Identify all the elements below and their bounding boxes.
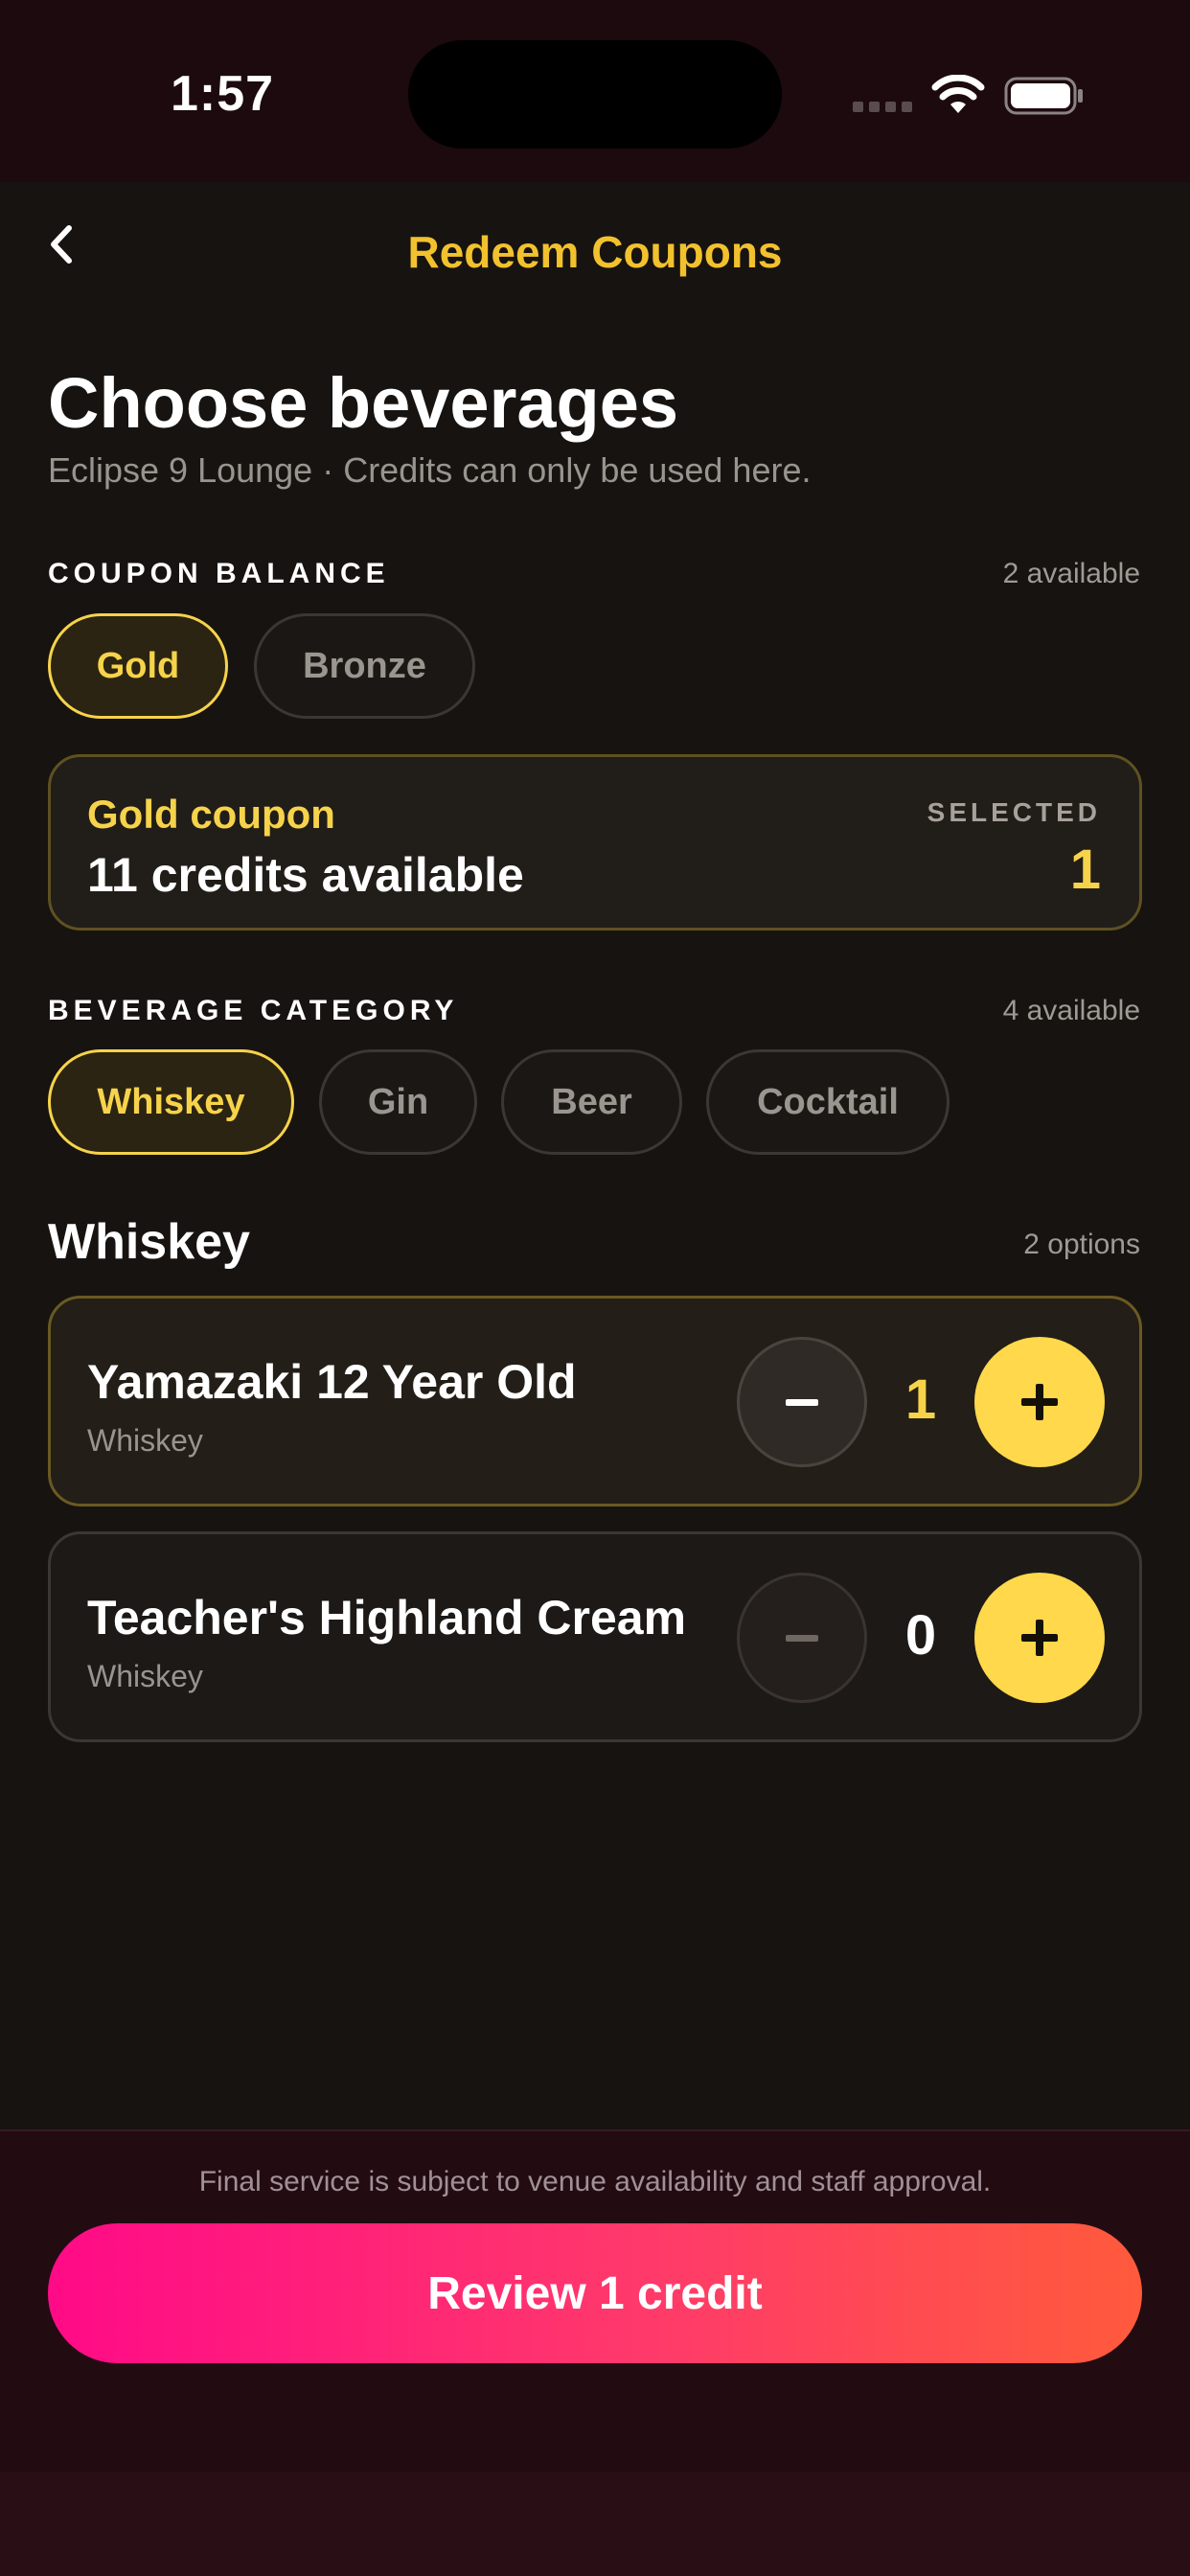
increment-button[interactable] [974, 1573, 1105, 1703]
footer-note: Final service is subject to venue availa… [198, 2166, 992, 2197]
beverage-category-meta: 4 available [1002, 995, 1140, 1026]
coupon-chip-bronze[interactable]: Bronze [254, 613, 475, 719]
coupon-name: Gold coupon [87, 792, 335, 837]
battery-icon [1004, 77, 1083, 115]
coupon-credits: 11 credits available [87, 848, 524, 902]
nav-title: Redeem Coupons [407, 227, 783, 277]
minus-icon [786, 1398, 818, 1406]
beverage-name: Yamazaki 12 Year Old [87, 1355, 577, 1409]
beverage-item: Teacher's Highland Cream Whiskey 0 [48, 1531, 1142, 1742]
beverage-category: Whiskey [87, 1423, 203, 1458]
screen: 1:57 Redeem Coupons Choose beverages Ecl… [0, 0, 1190, 2576]
cellular-signal-icon [853, 102, 912, 115]
category-chip-beer[interactable]: Beer [501, 1049, 682, 1155]
increment-button[interactable] [974, 1337, 1105, 1467]
review-credit-button[interactable]: Review 1 credit [48, 2223, 1142, 2363]
home-indicator-area [0, 2472, 1190, 2576]
list-title: Whiskey [48, 1214, 250, 1270]
plus-icon [1021, 1384, 1058, 1420]
minus-icon [786, 1634, 818, 1642]
quantity-value: 0 [904, 1604, 937, 1667]
coupon-balance-meta: 2 available [1002, 558, 1140, 589]
beverage-category: Whiskey [87, 1659, 203, 1693]
page-title: Choose beverages [48, 363, 679, 443]
category-chip-cocktail[interactable]: Cocktail [706, 1049, 950, 1155]
plus-icon [1021, 1620, 1058, 1656]
nav-bar: Redeem Coupons [0, 182, 1190, 326]
category-chip-whiskey[interactable]: Whiskey [48, 1049, 294, 1155]
decrement-button[interactable] [737, 1337, 867, 1467]
status-time: 1:57 [171, 66, 275, 122]
selected-count: 1 [1069, 839, 1101, 901]
status-bar: 1:57 [0, 0, 1190, 182]
selected-label: SELECTED [927, 797, 1101, 827]
beverage-item: Yamazaki 12 Year Old Whiskey 1 [48, 1296, 1142, 1506]
list-meta: 2 options [1023, 1229, 1140, 1260]
coupon-chip-gold[interactable]: Gold [48, 613, 228, 719]
dynamic-island [408, 40, 782, 149]
page-subtitle: Eclipse 9 Lounge · Credits can only be u… [48, 450, 812, 490]
coupon-balance-label: COUPON BALANCE [48, 558, 390, 589]
beverage-name: Teacher's Highland Cream [87, 1591, 687, 1644]
beverage-category-label: BEVERAGE CATEGORY [48, 995, 459, 1026]
coupon-summary-card: Gold coupon 11 credits available SELECTE… [48, 754, 1142, 931]
wifi-icon [931, 75, 985, 113]
quantity-value: 1 [904, 1368, 937, 1431]
decrement-button[interactable] [737, 1573, 867, 1703]
category-chip-gin[interactable]: Gin [319, 1049, 477, 1155]
